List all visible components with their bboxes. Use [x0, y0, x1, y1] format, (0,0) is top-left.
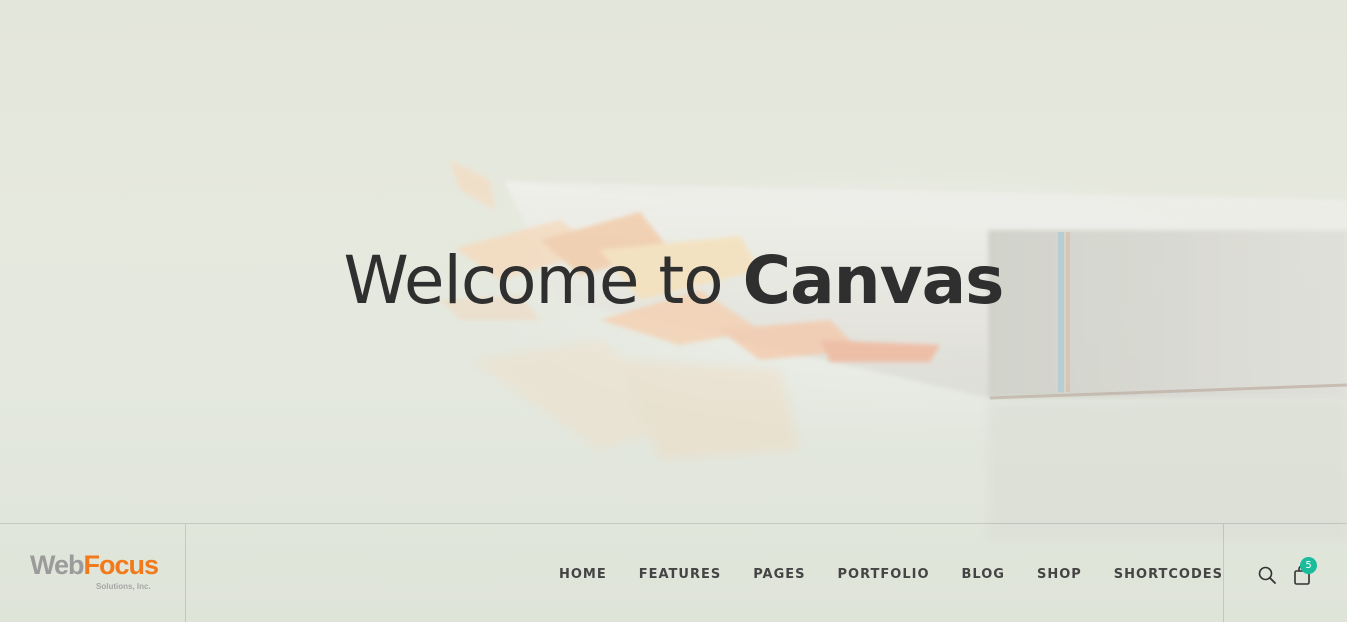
- logo-text-focus: Focus: [83, 550, 160, 580]
- site-header: WebFocus Solutions, Inc. HOME FEATURES P…: [0, 523, 1347, 622]
- header-tools: 5: [1223, 524, 1347, 622]
- hero-title-light: Welcome to: [343, 242, 743, 319]
- logo-container[interactable]: WebFocus Solutions, Inc.: [0, 524, 186, 622]
- nav-item-shortcodes[interactable]: SHORTCODES: [1114, 565, 1223, 582]
- nav-item-pages[interactable]: PAGES: [753, 565, 805, 582]
- logo-text-web: Web: [30, 550, 85, 580]
- nav-item-blog[interactable]: BLOG: [962, 565, 1005, 582]
- nav-item-features[interactable]: FEATURES: [639, 565, 722, 582]
- hero-title-bold: Canvas: [742, 242, 1005, 319]
- primary-nav: HOME FEATURES PAGES PORTFOLIO BLOG SHOP …: [527, 524, 1223, 622]
- logo-subtitle: Solutions, Inc.: [96, 582, 151, 591]
- logo[interactable]: WebFocus: [30, 550, 160, 580]
- hero-title: Welcome to Canvas: [0, 248, 1347, 314]
- nav-item-shop[interactable]: SHOP: [1037, 565, 1082, 582]
- nav-item-portfolio[interactable]: PORTFOLIO: [838, 565, 930, 582]
- cart-count-badge: 5: [1300, 557, 1317, 574]
- search-icon[interactable]: [1257, 565, 1277, 585]
- hero-section: Welcome to Canvas WebFocus Solutions, In…: [0, 0, 1347, 622]
- nav-item-home[interactable]: HOME: [559, 565, 607, 582]
